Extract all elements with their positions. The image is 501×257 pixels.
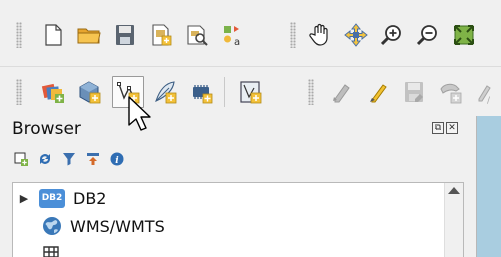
new-temporary-scratch-layer-button[interactable]	[149, 76, 181, 108]
expand-arrow[interactable]: ▶	[13, 192, 35, 205]
new-project-button[interactable]	[37, 19, 69, 51]
digitize-button[interactable]: /	[470, 76, 501, 108]
browser-panel: Browser ⧉ ✕ i ▶ DB2 DB2 WMS/WMTS	[0, 116, 476, 257]
collapse-all-icon	[87, 153, 99, 165]
collapse-all-button[interactable]	[84, 150, 102, 168]
new-virtual-layer-icon	[193, 85, 213, 104]
close-panel-button[interactable]: ✕	[446, 122, 458, 134]
svg-text:/: /	[487, 96, 491, 105]
new-mesh-layer-button[interactable]	[234, 76, 266, 108]
properties-icon: i	[110, 152, 124, 166]
new-project-icon	[45, 24, 62, 46]
add-feature-icon	[440, 83, 462, 104]
scroll-up-arrow-icon[interactable]	[448, 187, 460, 194]
style-manager-icon: a	[224, 26, 240, 48]
tree-item-partial[interactable]	[13, 241, 60, 257]
style-manager-button[interactable]: a	[217, 19, 249, 51]
db2-icon: DB2	[39, 188, 65, 208]
toolbar-grip[interactable]	[308, 79, 314, 105]
new-temporary-scratch-layer-icon	[155, 81, 177, 104]
toolbar-grip[interactable]	[16, 79, 22, 105]
save-project-button[interactable]	[109, 19, 141, 51]
toolbar-separator	[224, 77, 225, 107]
new-virtual-layer-button[interactable]	[185, 76, 217, 108]
current-edits-icon	[333, 84, 350, 103]
pan-to-selection-button[interactable]	[340, 19, 372, 51]
current-edits-button[interactable]	[326, 76, 358, 108]
new-mesh-layer-icon	[240, 81, 262, 104]
toolbar-grip[interactable]	[16, 22, 22, 48]
open-project-icon	[77, 28, 101, 44]
data-source-manager-icon	[41, 83, 64, 103]
digitize-icon: /	[478, 85, 491, 105]
pan-map-button[interactable]	[304, 19, 336, 51]
tree-item-label: DB2	[73, 188, 107, 208]
file-navigation-toolbar: a	[0, 10, 501, 62]
show-layout-manager-icon	[187, 25, 208, 46]
zoom-full-button[interactable]	[448, 19, 480, 51]
filter-button[interactable]	[60, 150, 78, 168]
tree-item-wms-wmts[interactable]: WMS/WMTS	[13, 213, 165, 239]
add-feature-button[interactable]	[434, 76, 466, 108]
refresh-button[interactable]	[36, 150, 54, 168]
add-selected-layers-button[interactable]	[12, 150, 30, 168]
zoom-out-icon	[416, 25, 437, 46]
properties-button[interactable]: i	[108, 150, 126, 168]
pan-map-icon	[309, 23, 328, 46]
new-print-layout-button[interactable]	[145, 19, 177, 51]
save-layer-edits-button[interactable]	[398, 76, 430, 108]
toggle-editing-button[interactable]	[362, 76, 394, 108]
zoom-in-icon	[380, 25, 401, 46]
add-selected-layers-icon	[14, 152, 28, 166]
save-layer-edits-icon	[405, 82, 423, 102]
open-project-button[interactable]	[73, 19, 105, 51]
browser-panel-title: Browser	[12, 119, 81, 139]
map-canvas[interactable]	[476, 116, 501, 257]
refresh-icon	[40, 154, 50, 164]
zoom-full-icon	[454, 25, 474, 45]
data-source-digitizing-toolbar: /	[0, 66, 501, 117]
browser-tree: ▶ DB2 DB2 WMS/WMTS	[12, 182, 464, 257]
zoom-out-button[interactable]	[412, 19, 444, 51]
new-geopackage-layer-button[interactable]	[73, 76, 105, 108]
new-print-layout-icon	[152, 24, 172, 46]
toggle-editing-icon	[370, 84, 387, 103]
pan-to-selection-icon	[344, 23, 368, 47]
tree-item-db2[interactable]: ▶ DB2 DB2	[13, 185, 106, 211]
new-geopackage-layer-icon	[79, 81, 101, 104]
zoom-in-button[interactable]	[376, 19, 408, 51]
toolbar-grip[interactable]	[290, 22, 296, 48]
data-source-manager-button[interactable]	[37, 76, 69, 108]
svg-text:i: i	[115, 156, 119, 166]
vertical-scrollbar[interactable]	[444, 183, 463, 257]
mouse-cursor-icon	[128, 96, 151, 131]
grid-icon	[42, 245, 60, 257]
float-panel-button[interactable]: ⧉	[432, 122, 444, 134]
globe-icon	[42, 216, 62, 236]
show-layout-manager-button[interactable]	[181, 19, 213, 51]
save-project-icon	[116, 25, 134, 45]
tree-item-label: WMS/WMTS	[70, 216, 165, 236]
db2-badge-text: DB2	[41, 193, 63, 203]
filter-icon	[63, 153, 75, 166]
svg-text:a: a	[234, 37, 240, 48]
